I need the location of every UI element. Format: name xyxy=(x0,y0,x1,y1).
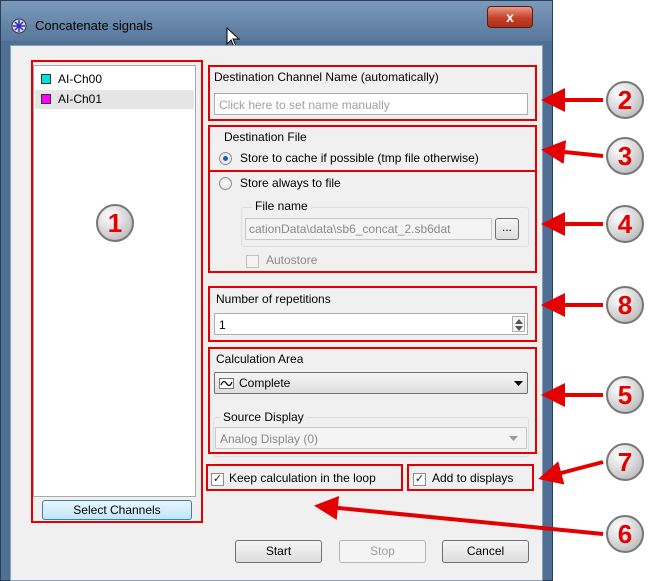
callout-7: 7 xyxy=(606,443,644,481)
callout-1: 1 xyxy=(96,204,134,242)
arrow-7 xyxy=(538,460,604,485)
callout-4: 4 xyxy=(606,205,644,243)
arrow-3 xyxy=(541,140,604,164)
callout-5: 5 xyxy=(606,376,644,414)
callout-2: 2 xyxy=(606,81,644,119)
arrow-6 xyxy=(314,496,604,536)
callout-3: 3 xyxy=(606,137,644,175)
annotation-arrows xyxy=(314,88,604,536)
callout-6: 6 xyxy=(606,515,644,553)
callout-8: 8 xyxy=(606,286,644,324)
